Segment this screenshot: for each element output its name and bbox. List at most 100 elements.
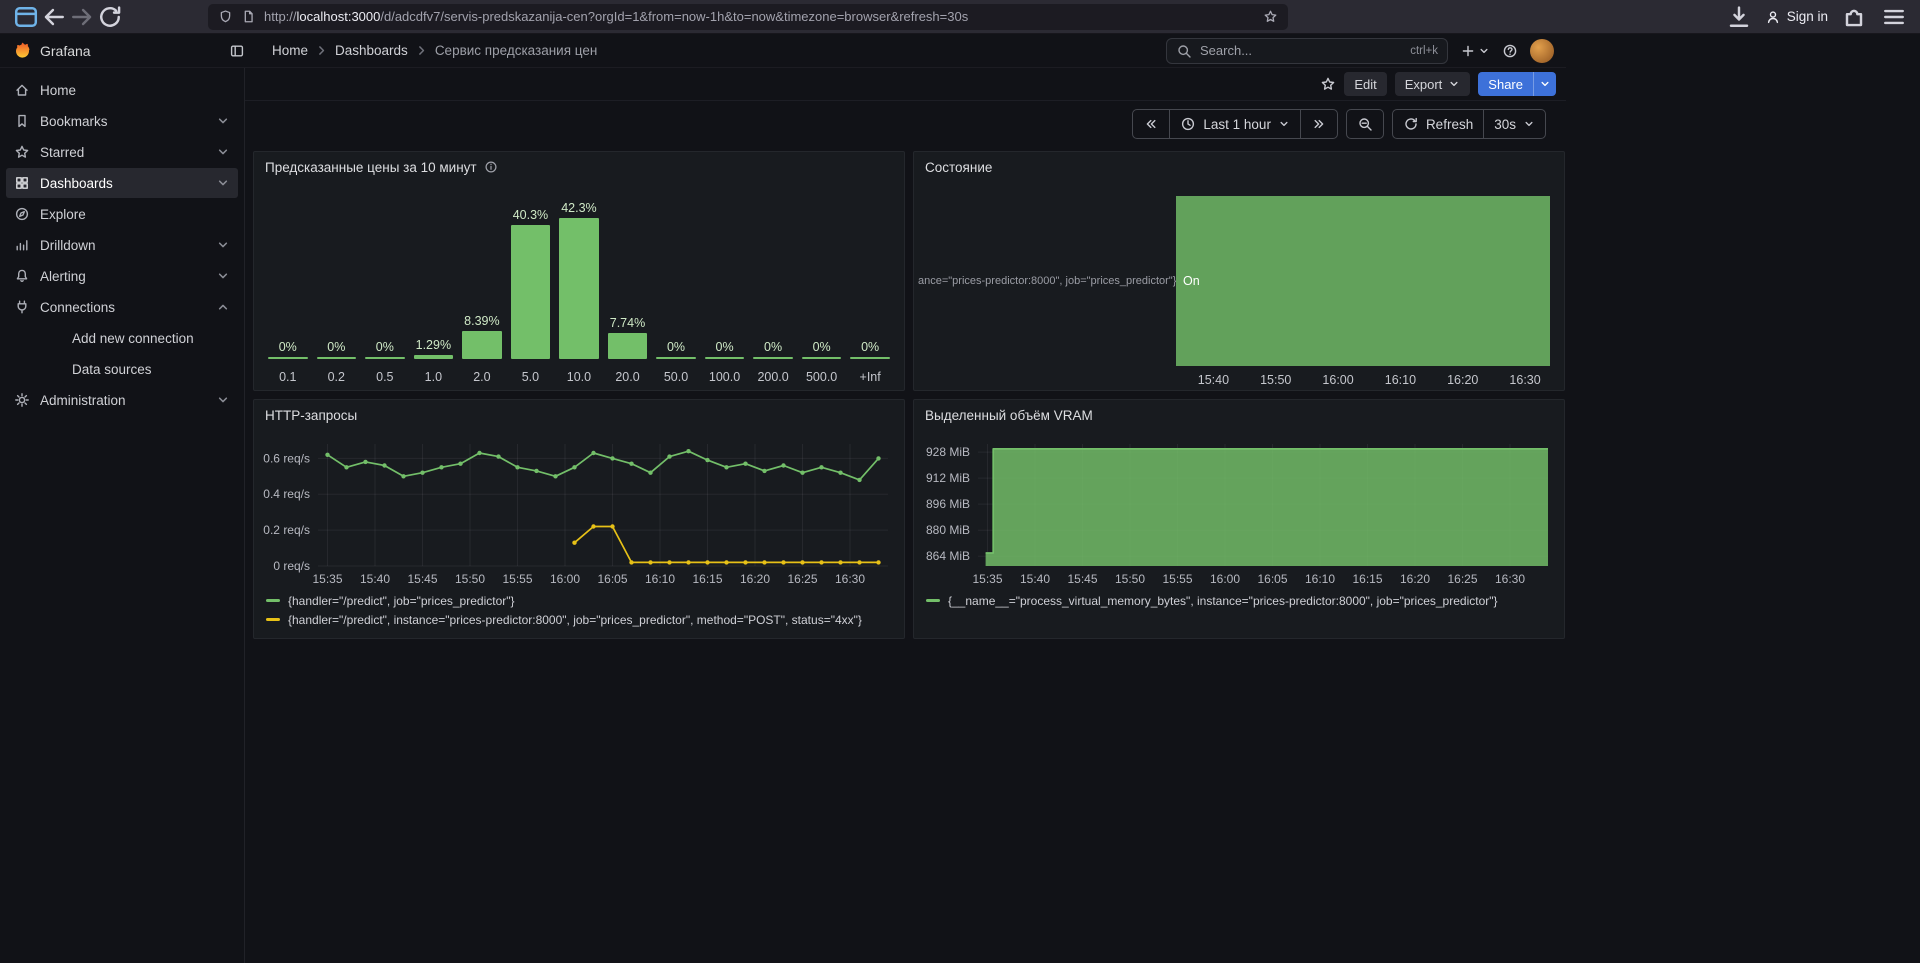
extensions-icon[interactable] (1840, 3, 1868, 31)
svg-text:16:10: 16:10 (1305, 572, 1335, 586)
clock-icon (1180, 116, 1196, 132)
export-button[interactable]: Export (1395, 72, 1471, 96)
svg-text:15:45: 15:45 (1067, 572, 1097, 586)
share-menu-button[interactable] (1533, 72, 1556, 96)
sidebar-item-bookmarks[interactable]: Bookmarks (6, 106, 238, 136)
svg-text:0.4 req/s: 0.4 req/s (263, 487, 310, 501)
edit-button[interactable]: Edit (1344, 72, 1386, 96)
bar-value-label: 0% (327, 340, 345, 354)
sidebar-item-data-sources[interactable]: Data sources (6, 354, 238, 384)
sidebar-item-starred[interactable]: Starred (6, 137, 238, 167)
x-tick-label: +Inf (860, 364, 881, 384)
share-button[interactable]: Share (1478, 72, 1533, 96)
url-path: /d/adcdfv7/servis-predskazanija-cen?orgI… (380, 9, 968, 24)
chevron-down-icon (216, 145, 230, 159)
panel-predicted-prices[interactable]: Предсказанные цены за 10 минут 0%0.10%0.… (253, 151, 905, 391)
back-icon[interactable] (40, 3, 68, 31)
bar (268, 357, 308, 359)
svg-text:16:05: 16:05 (1257, 572, 1287, 586)
bar (802, 357, 842, 359)
x-tick-label: 0.5 (376, 364, 393, 384)
legend-item[interactable]: {handler="/predict", instance="prices-pr… (266, 610, 892, 629)
sidebar-item-label: Dashboards (40, 176, 113, 191)
panel-http-requests[interactable]: HTTP-запросы 15:3515:4015:4515:5015:5516… (253, 399, 905, 639)
state-timeline: ance="prices-predictor:8000", job="price… (914, 182, 1564, 391)
page-info-icon[interactable] (241, 9, 256, 24)
x-tick-label: 16:10 (1385, 373, 1416, 387)
sidebar-item-add-new-connection[interactable]: Add new connection (6, 323, 238, 353)
bar-bucket-20.0: 7.74% 20.0 (608, 182, 648, 384)
info-icon[interactable] (484, 160, 498, 174)
bar (753, 357, 793, 359)
sidebar: Home BookmarksStarred Dashboards Explore Dri… (0, 68, 245, 963)
bookmark-star-icon[interactable] (1263, 9, 1278, 24)
panel-title: Состояние (925, 160, 992, 175)
refresh-label: Refresh (1426, 117, 1473, 132)
legend-item[interactable]: {handler="/predict", job="prices_predict… (266, 591, 892, 610)
url-text: http://localhost:3000/d/adcdfv7/servis-p… (264, 9, 968, 24)
double-chevron-right-icon (1311, 116, 1327, 132)
sign-in-button[interactable]: Sign in (1765, 9, 1828, 25)
refresh-button[interactable]: Refresh (1392, 109, 1484, 139)
sidebar-item-drilldown[interactable]: Drilldown (6, 230, 238, 260)
reload-icon[interactable] (96, 3, 124, 31)
svg-text:864 MiB: 864 MiB (926, 549, 970, 563)
url-scheme: http:// (264, 9, 297, 24)
sidebar-item-label: Explore (40, 207, 86, 222)
firefox-view-icon[interactable] (12, 3, 40, 31)
search-input[interactable]: Search... ctrl+k (1166, 38, 1448, 64)
bookmark-icon (14, 113, 30, 129)
favorite-star-icon[interactable] (1320, 76, 1336, 92)
sidebar-item-dashboards[interactable]: Dashboards (6, 168, 238, 198)
time-shift-forward-button[interactable] (1300, 109, 1338, 139)
sidebar-item-label: Home (40, 83, 76, 98)
star-icon (14, 144, 30, 160)
zoom-out-button[interactable] (1346, 109, 1384, 139)
dock-menu-icon[interactable] (229, 43, 245, 59)
time-range-label: Last 1 hour (1203, 117, 1271, 132)
url-host: localhost:3000 (297, 9, 381, 24)
bar-value-label: 7.74% (610, 316, 645, 330)
sidebar-item-explore[interactable]: Explore (6, 199, 238, 229)
panel-state[interactable]: Состояние ance="prices-predictor:8000", … (913, 151, 1565, 391)
svg-text:15:40: 15:40 (360, 572, 390, 586)
forward-icon[interactable] (68, 3, 96, 31)
state-value: On (1183, 274, 1200, 288)
panel-vram[interactable]: Выделенный объём VRAM 15:3515:4015:4515:… (913, 399, 1565, 639)
time-shift-back-button[interactable] (1132, 109, 1170, 139)
sidebar-item-home[interactable]: Home (6, 75, 238, 105)
user-avatar[interactable] (1530, 39, 1554, 63)
state-on-segment[interactable]: On (1176, 196, 1550, 366)
sidebar-item-connections[interactable]: Connections (6, 292, 238, 322)
panel-header: Состояние (914, 152, 1564, 182)
sidebar-item-administration[interactable]: Administration (6, 385, 238, 415)
new-button[interactable] (1460, 43, 1490, 59)
svg-text:15:40: 15:40 (1020, 572, 1050, 586)
x-tick-label: 20.0 (615, 364, 639, 384)
sidebar-item-label: Connections (40, 300, 115, 315)
header-right: Search... ctrl+k (1166, 38, 1554, 64)
time-picker-group: Last 1 hour (1132, 109, 1338, 139)
url-bar[interactable]: http://localhost:3000/d/adcdfv7/servis-p… (208, 4, 1288, 30)
time-range-picker[interactable]: Last 1 hour (1169, 109, 1301, 139)
menu-icon[interactable] (1880, 3, 1908, 31)
zoom-out-icon (1357, 116, 1373, 132)
refresh-interval-picker[interactable]: 30s (1483, 109, 1546, 139)
breadcrumb-item[interactable]: Home (269, 43, 311, 58)
downloads-icon[interactable] (1725, 3, 1753, 31)
grafana-logo[interactable] (12, 41, 32, 61)
gear-icon (14, 392, 30, 408)
svg-text:16:25: 16:25 (787, 572, 817, 586)
legend-item[interactable]: {__name__="process_virtual_memory_bytes"… (926, 591, 1552, 610)
bar-value-label: 0% (813, 340, 831, 354)
grafana-header: Grafana HomeDashboardsСервис предсказани… (0, 34, 1566, 68)
help-icon[interactable] (1502, 43, 1518, 59)
sidebar-item-alerting[interactable]: Alerting (6, 261, 238, 291)
app-body: Home BookmarksStarred Dashboards Explore Dri… (0, 68, 1566, 963)
breadcrumb-item[interactable]: Сервис предсказания цен (432, 43, 601, 58)
chevron-down-icon (216, 269, 230, 283)
shield-icon[interactable] (218, 9, 233, 24)
breadcrumb-item[interactable]: Dashboards (332, 43, 411, 58)
plug-icon (14, 299, 30, 315)
panel-header: Выделенный объём VRAM (914, 400, 1564, 430)
